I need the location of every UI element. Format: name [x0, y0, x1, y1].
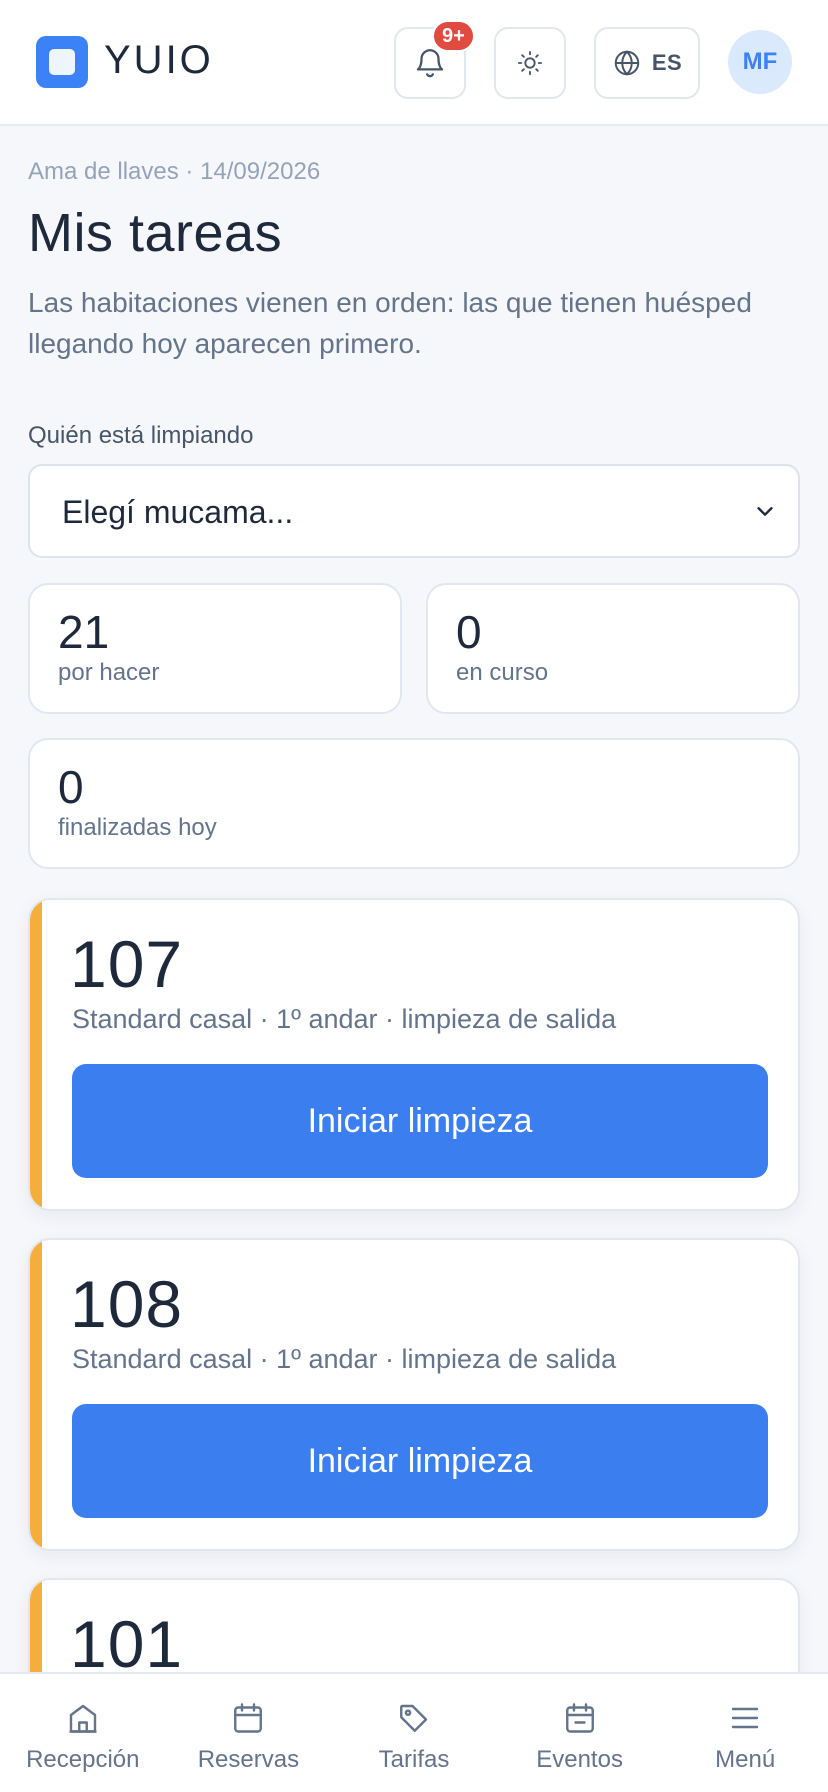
room-card: 108 Standard casal · 1º andar · limpieza… [28, 1238, 800, 1551]
tag-icon [400, 1704, 428, 1732]
start-cleaning-button[interactable]: Iniciar limpieza [72, 1064, 768, 1178]
start-cleaning-button[interactable]: Iniciar limpieza [72, 1404, 768, 1518]
notifications-badge: 9+ [432, 20, 475, 52]
brand-logo-icon[interactable] [36, 36, 88, 88]
nav-item-reservations[interactable]: Reservas [166, 1674, 332, 1792]
stat-label: en curso [456, 659, 549, 686]
calendar-event-icon [565, 1703, 594, 1733]
breadcrumb: Ama de llaves · 14/09/2026 [28, 158, 321, 185]
bottom-nav: Recepción Reservas Tarifas Eventos Menú [0, 1672, 828, 1792]
room-details: Standard casal · 1º andar · limpieza de … [72, 1004, 617, 1034]
stat-label: finalizadas hoy [58, 814, 217, 841]
nav-item-menu[interactable]: Menú [662, 1674, 828, 1792]
top-bar: YUIO 9+ ES MF [0, 0, 828, 126]
page-subtitle: Las habitaciones vienen en orden: las qu… [28, 287, 752, 359]
chevron-down-icon [757, 507, 773, 516]
nav-item-reception[interactable]: Recepción [0, 1674, 166, 1792]
menu-icon [731, 1707, 759, 1729]
room-number: 101 [70, 1607, 184, 1681]
cleaner-select[interactable]: Elegí mucama... [28, 464, 800, 558]
theme-toggle-button[interactable] [494, 27, 566, 99]
room-number: 107 [70, 927, 184, 1001]
housekeeping-screen: YUIO 9+ ES MF Ama de llaves · 14/09/2026… [0, 0, 828, 1792]
nav-label: Recepción [26, 1746, 140, 1773]
nav-label: Menú [715, 1746, 776, 1773]
brand-name[interactable]: YUIO [104, 38, 214, 83]
nav-item-rates[interactable]: Tarifas [331, 1674, 497, 1792]
language-code: ES [651, 50, 683, 75]
sun-icon [517, 50, 543, 76]
nav-label: Reservas [197, 1746, 300, 1773]
stat-to-do: 21 por hacer [28, 583, 402, 714]
stat-value: 21 [58, 606, 110, 658]
stat-in-progress: 0 en curso [426, 583, 800, 714]
calendar-icon [234, 1703, 263, 1733]
nav-label: Tarifas [378, 1746, 450, 1773]
user-avatar[interactable]: MF [728, 30, 792, 94]
nav-label: Eventos [536, 1746, 623, 1773]
stat-finished-today: 0 finalizadas hoy [28, 738, 800, 869]
globe-icon [614, 50, 640, 76]
cleaner-select-label: Quién está limpiando [28, 422, 254, 449]
stat-value: 0 [58, 761, 84, 813]
nav-item-events[interactable]: Eventos [497, 1674, 663, 1792]
stat-value: 0 [456, 606, 482, 658]
stat-label: por hacer [58, 659, 160, 686]
room-number: 108 [70, 1267, 184, 1341]
room-details: Standard casal · 1º andar · limpieza de … [72, 1344, 617, 1374]
page-title: Mis tareas [28, 203, 283, 263]
cleaner-select-value: Elegí mucama... [62, 494, 294, 530]
room-card: 107 Standard casal · 1º andar · limpieza… [28, 898, 800, 1211]
home-icon [69, 1704, 97, 1733]
language-button[interactable]: ES [594, 27, 700, 99]
